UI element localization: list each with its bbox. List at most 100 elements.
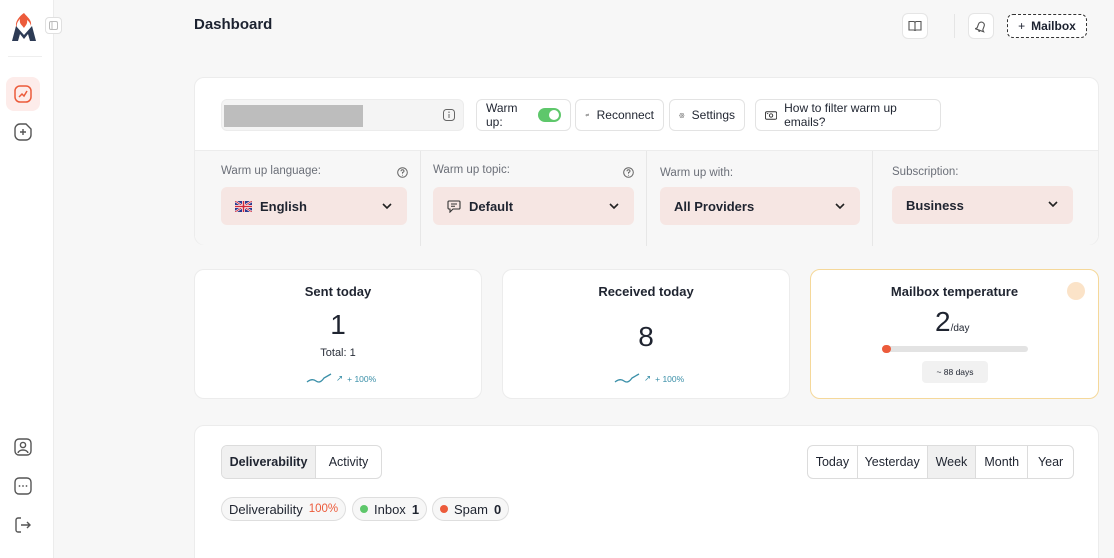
language-label: Warm up language: [221,165,321,177]
inbox-label: Inbox [374,501,406,517]
sent-trend: ↗ + 100% [306,373,376,384]
received-title: Received today [598,284,694,299]
topic-value: Default [469,198,514,214]
subscription-select[interactable]: Business [892,186,1073,224]
inbox-value: 1 [411,501,420,517]
chevron-down-icon [1048,201,1058,208]
chevron-down-icon [609,203,619,210]
filter-help-button[interactable]: How to filter warm up emails? [755,99,941,131]
spam-chip[interactable]: Spam 0 [432,497,510,521]
chart-tabs: Deliverability Activity [221,445,382,479]
chevron-down-icon [835,203,845,210]
received-trend: ↗ + 100% [614,373,684,384]
temperature-value: 2/day [935,306,969,338]
language-select[interactable]: English [221,187,407,225]
chevron-down-icon [382,203,392,210]
subscription-label: Subscription: [892,166,959,178]
warmup-toggle[interactable] [538,108,561,122]
notifications-button[interactable] [968,13,994,39]
add-mailbox-button[interactable]: + Mailbox [1007,14,1087,38]
reconnect-button[interactable]: Reconnect [575,99,664,131]
sidebar-item-add-mailbox[interactable] [6,115,40,149]
subscription-value: Business [906,197,964,213]
providers-value: All Providers [674,198,755,214]
deliverability-chip[interactable]: Deliverability 100% [221,497,347,521]
received-trend-value: + 100% [655,373,685,384]
sidebar-item-profile[interactable] [6,430,40,464]
sidebar-divider [8,56,42,57]
bell-icon [975,21,985,33]
period-year[interactable]: Year [1028,446,1073,478]
period-tabs: Today Yesterday Week Month Year [807,445,1074,479]
tab-activity[interactable]: Activity [316,446,381,478]
page-title: Dashboard [194,16,273,33]
user-profile-icon [14,438,32,456]
topic-label: Warm up topic: [433,164,510,176]
temperature-days-chip: ~ 88 days [922,361,988,383]
deliverability-value: 100% [308,503,339,515]
mailbox-card: Warm up: Reconnect Settings How to filte… [194,77,1099,246]
dashboard-chart-icon [14,85,32,103]
sidebar-item-logout[interactable] [6,508,40,542]
temperature-progress-bar [882,345,1028,353]
temperature-title: Mailbox temperature [890,284,1019,299]
temperature-unit: /day [950,323,970,334]
topic-select[interactable]: Default [433,187,634,225]
app-logo[interactable] [10,12,38,42]
uk-flag-icon [235,200,252,212]
temperature-progress-fill [882,345,891,353]
sidebar-item-support[interactable] [6,469,40,503]
temperature-number: 2 [935,306,951,337]
trend-arrow-icon: ↗ [336,373,344,383]
refresh-icon [585,113,590,117]
chat-bubble-icon [447,199,461,213]
received-value: 8 [638,321,654,352]
providers-setting: Warm up with: All Providers [647,151,873,246]
filter-help-label: How to filter warm up emails? [784,101,897,129]
period-month[interactable]: Month [976,446,1029,478]
sent-title: Sent today [304,284,372,299]
providers-select[interactable]: All Providers [660,187,860,225]
warmup-settings-row: Warm up language: English Warm up topic:… [195,150,1098,246]
book-icon [908,20,922,32]
topic-setting: Warm up topic: Default [421,151,647,246]
spam-dot-icon [440,505,448,513]
sidebar [0,0,62,558]
inbox-chip[interactable]: Inbox 1 [352,497,428,521]
redacted-email [224,105,363,127]
spam-label: Spam [454,501,488,517]
chat-icon [14,477,32,495]
temperature-info-icon[interactable] [1067,282,1085,300]
period-today[interactable]: Today [808,446,858,478]
received-today-card: Received today 8 ↗ + 100% [502,269,790,399]
plus-icon: + [1018,19,1026,33]
settings-button[interactable]: Settings [669,99,745,131]
help-icon[interactable] [397,167,408,178]
trend-arrow-icon: ↗ [644,373,652,383]
docs-button[interactable] [902,13,928,39]
gear-icon [679,112,685,118]
top-divider [954,14,955,38]
tab-deliverability[interactable]: Deliverability [222,446,316,478]
reconnect-label: Reconnect [596,108,654,122]
warmup-toggle-control[interactable]: Warm up: [476,99,571,131]
language-value: English [260,198,307,214]
sidebar-item-dashboard[interactable] [6,77,40,111]
warmup-label: Warm up: [486,101,518,129]
sent-trend-value: + 100% [347,373,377,384]
language-setting: Warm up language: English [195,151,421,246]
add-mailbox-label: Mailbox [1031,19,1076,33]
video-icon [765,110,778,120]
period-yesterday[interactable]: Yesterday [858,446,928,478]
info-icon[interactable] [443,109,455,121]
spam-value: 0 [493,501,502,517]
help-icon[interactable] [623,167,634,178]
logout-icon [15,517,31,533]
sent-value: 1 [330,309,346,340]
subscription-setting: Subscription: Business [873,151,1098,246]
trend-line-icon [306,373,332,383]
mailbox-email-field[interactable] [221,99,464,131]
providers-label: Warm up with: [660,167,734,179]
period-week[interactable]: Week [927,446,977,478]
deliverability-label: Deliverability [229,501,303,517]
